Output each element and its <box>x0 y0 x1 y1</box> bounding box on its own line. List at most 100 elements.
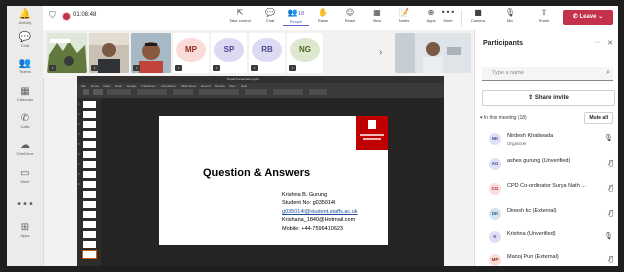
participant-name: Krishna (Unverified) <box>507 231 556 237</box>
avatar: CG <box>489 183 501 195</box>
thumb-number: 1 <box>78 102 80 106</box>
slide-thumbnail[interactable] <box>83 141 96 148</box>
people-icon: 👥18 <box>283 8 309 19</box>
mute-all-button[interactable]: Mute all <box>584 112 613 124</box>
view-button[interactable]: ▦ View <box>364 8 390 24</box>
notes-button[interactable]: 📝 Notes <box>391 8 417 24</box>
more-options-icon[interactable]: ··· <box>594 39 601 46</box>
more-button[interactable]: ••• More <box>435 8 461 24</box>
chat-label: Chat <box>265 18 275 23</box>
participant-name: Manoj Pun (External) <box>507 254 559 260</box>
mic-off-chip: ♪ <box>213 65 220 71</box>
slide-thumbnail[interactable] <box>83 101 96 108</box>
share-button[interactable]: ⇧ Share <box>531 8 557 24</box>
ppt-ribbon: File Home Insert Draw Design Transitions… <box>77 83 444 98</box>
meet-icon: ▭ <box>20 168 30 179</box>
mic-off-icon: 🎙̸ <box>608 184 613 192</box>
camera-icon: ■ <box>474 8 482 17</box>
slide-thumbnail-selected[interactable] <box>82 250 97 259</box>
rail-chat[interactable]: 💬 Chat <box>7 32 43 49</box>
video-tile-person-1[interactable]: ♪ <box>89 33 129 73</box>
avatar: NG <box>290 38 320 62</box>
slide-thumbnail[interactable] <box>83 221 96 228</box>
mic-icon: 🎙 <box>604 134 613 142</box>
slide-thumbnail[interactable] <box>83 231 96 238</box>
slide-thumbnail[interactable] <box>83 151 96 158</box>
avatar: MP <box>489 254 501 266</box>
video-thumbnail <box>395 33 471 73</box>
react-button[interactable]: ☺ React <box>337 8 363 24</box>
mobile-number: Mobile: +44-7596410623 <box>282 225 344 232</box>
crest-icon <box>360 120 384 140</box>
participant-tile[interactable]: SP ♪ <box>211 33 247 73</box>
rail-label: Apps <box>20 233 30 238</box>
share-invite-button[interactable]: ⇪ Share invite <box>482 90 615 106</box>
people-button[interactable]: 👥18 People <box>283 8 309 26</box>
camera-label: Camera <box>470 18 486 23</box>
rail-teams[interactable]: 👥 Teams <box>7 58 43 75</box>
rail-calls[interactable]: ✆ Calls <box>7 113 43 130</box>
participant-tile[interactable]: RB ♪ <box>249 33 285 73</box>
participant-tile[interactable]: MP ♪ <box>173 33 209 73</box>
slide-thumbnail[interactable] <box>83 161 96 168</box>
view-icon: ▦ <box>373 8 381 17</box>
rail-label: OneDrive <box>16 151 34 156</box>
rail-meet[interactable]: ▭ Meet <box>7 168 43 185</box>
notes-icon: 📝 <box>399 8 409 17</box>
rail-label: Chat <box>20 43 30 48</box>
rail-onedrive[interactable]: ☁ OneDrive <box>7 140 43 157</box>
student-email-link[interactable]: g035014l@student.staffs.ac.uk <box>282 208 358 216</box>
search-input[interactable]: Type a name ⌕ <box>482 67 613 81</box>
search-placeholder: Type a name <box>492 70 524 76</box>
rail-activity[interactable]: 🔔 Activity <box>7 9 43 26</box>
student-number: Student No: g035014l <box>282 200 336 207</box>
slide-thumbnail[interactable] <box>83 191 96 198</box>
mic-off-icon: 🎙̸ <box>608 209 613 217</box>
rail-more[interactable]: ••• <box>7 199 43 210</box>
rail-calendar[interactable]: ▦ Calendar <box>7 86 43 103</box>
take-control-button[interactable]: ⇱ Take control <box>225 8 255 24</box>
chat-button[interactable]: 💬 Chat <box>257 8 283 24</box>
recording-icon <box>62 12 71 21</box>
leave-button[interactable]: ✆ Leave ⌄ <box>563 10 613 25</box>
slide-contact-details: Krishna B. Gurung Student No: g035014l g… <box>282 191 358 233</box>
camera-button[interactable]: ■ Camera <box>465 8 491 24</box>
chevron-down-icon: ⌄ <box>596 14 604 20</box>
notes-label: Notes <box>398 18 410 23</box>
mic-off-chip: ♪ <box>175 65 182 71</box>
close-icon[interactable]: ✕ <box>607 39 613 47</box>
mic-off-icon: 🎙̸ <box>608 255 613 263</box>
slide-thumbnail[interactable] <box>83 241 96 248</box>
slide-thumbnail[interactable] <box>83 111 96 118</box>
participant-row[interactable]: AG ashes gurung (Unverified) 🎙̸ <box>475 155 618 175</box>
slide-thumbnail[interactable] <box>83 121 96 128</box>
participant-tile[interactable]: NG ♪ <box>287 33 323 73</box>
participant-row[interactable]: NK Nirdesh Khatiwada Organizer 🎙 <box>475 130 618 150</box>
slide-thumbnail[interactable] <box>83 211 96 218</box>
slide-thumbnail[interactable] <box>83 131 96 138</box>
presenter-name: Krishna B. Gurung <box>282 192 328 198</box>
thumb-number: 9 <box>78 182 80 186</box>
chevron-right-icon[interactable]: › <box>379 47 382 58</box>
slide-title: Question & Answers <box>203 167 311 179</box>
participant-row[interactable]: K Krishna (Unverified) 🎙 <box>475 228 618 248</box>
video-tile-person-2[interactable]: ♪ <box>131 33 171 73</box>
rail-label: Teams <box>19 69 31 74</box>
meeting-toolbar: ⛉ 01:08:48 ⇱ Take control 💬 Chat 👥18 Peo… <box>43 6 618 31</box>
video-tile-presentation[interactable]: ♪ <box>47 33 87 73</box>
leave-label: Leave <box>579 14 597 20</box>
video-tile-self[interactable] <box>395 33 471 73</box>
participant-name: CPD Co-ordinator Surya Nath ... <box>507 183 586 189</box>
slide-thumbnail[interactable] <box>83 201 96 208</box>
slide-thumbnail[interactable] <box>83 181 96 188</box>
rail-apps[interactable]: ⊞ Apps <box>7 222 43 239</box>
participant-row[interactable]: DK Dinesh kc (External) 🎙̸ <box>475 205 618 225</box>
participant-row[interactable]: MP Manoj Pun (External) 🎙̸ <box>475 251 618 266</box>
in-meeting-header[interactable]: ▾ In this meeting (18) <box>480 115 527 121</box>
personal-email: Krishana_1840@Hotmail.com <box>282 217 356 224</box>
participant-row[interactable]: CG CPD Co-ordinator Surya Nath ... 🎙̸ <box>475 180 618 200</box>
slide-thumbnail[interactable] <box>83 171 96 178</box>
mic-button[interactable]: 🎙 Mic <box>497 8 523 24</box>
raise-hand-button[interactable]: ✋ Raise <box>310 8 336 24</box>
calendar-icon: ▦ <box>20 86 30 97</box>
